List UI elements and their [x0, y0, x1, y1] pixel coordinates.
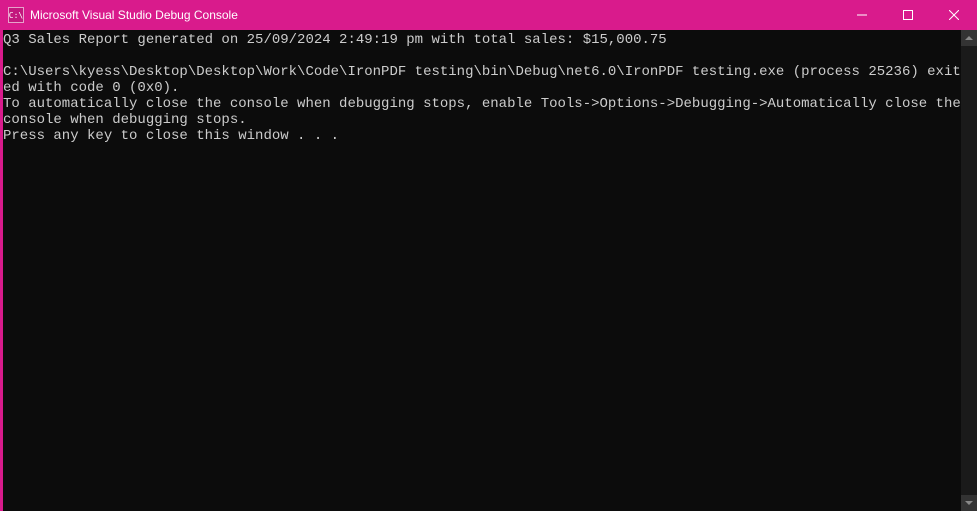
scroll-down-button[interactable]: [961, 495, 977, 511]
app-icon: C:\: [8, 7, 24, 23]
vertical-scrollbar[interactable]: [961, 30, 977, 511]
chevron-down-icon: [965, 501, 973, 505]
output-line: C:\Users\kyess\Desktop\Desktop\Work\Code…: [3, 64, 961, 96]
console-body[interactable]: Q3 Sales Report generated on 25/09/2024 …: [0, 30, 977, 511]
close-button[interactable]: [931, 0, 977, 30]
output-line: To automatically close the console when …: [3, 96, 969, 128]
app-icon-text: C:\: [9, 11, 23, 20]
window-title: Microsoft Visual Studio Debug Console: [30, 8, 839, 22]
minimize-icon: [857, 10, 867, 20]
console-output: Q3 Sales Report generated on 25/09/2024 …: [3, 32, 961, 144]
close-icon: [949, 10, 959, 20]
maximize-button[interactable]: [885, 0, 931, 30]
window-controls: [839, 0, 977, 30]
console-window: C:\ Microsoft Visual Studio Debug Consol…: [0, 0, 977, 511]
output-line: Press any key to close this window . . .: [3, 128, 339, 144]
scroll-up-button[interactable]: [961, 30, 977, 46]
maximize-icon: [903, 10, 913, 20]
output-line: Q3 Sales Report generated on 25/09/2024 …: [3, 32, 667, 48]
titlebar[interactable]: C:\ Microsoft Visual Studio Debug Consol…: [0, 0, 977, 30]
minimize-button[interactable]: [839, 0, 885, 30]
chevron-up-icon: [965, 36, 973, 40]
